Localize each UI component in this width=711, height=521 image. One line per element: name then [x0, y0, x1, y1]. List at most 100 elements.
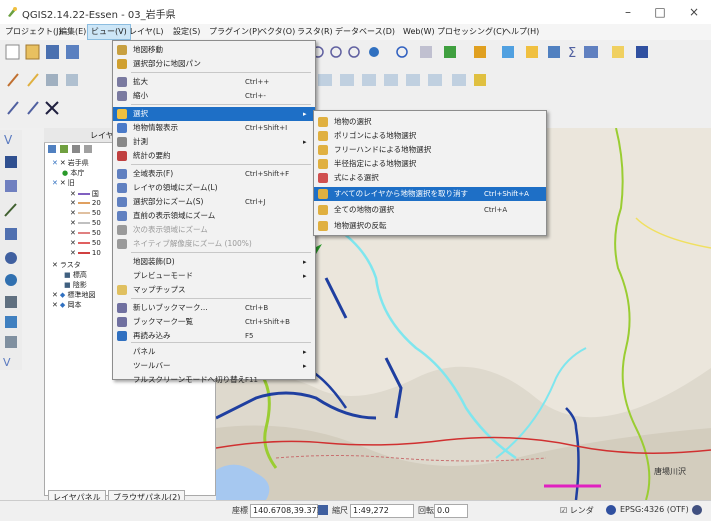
view-menu-item[interactable]: 選択部分に地図パン	[113, 57, 315, 71]
select-tool-icon	[318, 205, 328, 215]
select-tool-icon	[318, 131, 328, 141]
layer-row[interactable]: ✕ 50	[70, 229, 101, 239]
submenu-arrow-icon: ▸	[303, 110, 307, 118]
view-menu-dropdown: 地図移動選択部分に地図パン 拡大 Ctrl++ 縮小 Ctrl+- 選択 ▸ 地物情報表示 Ct…	[112, 40, 316, 384]
layer-row[interactable]: ✕ 20	[70, 199, 101, 209]
select-menu-item[interactable]: 地物の選択	[314, 115, 546, 129]
menu-item-shortcut: Ctrl+Shift+F	[245, 170, 290, 178]
view-menu-item[interactable]: 次の表示領域にズーム	[113, 223, 315, 237]
menu-separator	[131, 252, 311, 253]
view-menu-item[interactable]: 新しいブックマーク... Ctrl+B	[113, 301, 315, 315]
zoom-selection-icon	[117, 197, 127, 207]
menu-item-shortcut: Ctrl+A	[484, 206, 508, 214]
view-menu-item[interactable]: ネイティブ解像度にズーム (100%)	[113, 237, 315, 251]
view-menu-item[interactable]: パネル ▸	[113, 345, 315, 359]
full-extent-icon	[117, 169, 127, 179]
view-menu-item[interactable]: 選択部分にズーム(S) Ctrl+J	[113, 195, 315, 209]
menu-item-label: 縮小	[133, 91, 148, 100]
layer-row[interactable]: ✕ ✕ 岩手県	[52, 158, 89, 168]
select-menu-item[interactable]: 全ての地物の選択 Ctrl+A	[314, 203, 546, 217]
menu-item-label: 選択	[133, 109, 148, 118]
select-menu-item[interactable]: 半径指定による地物選択	[314, 157, 546, 171]
layer-row[interactable]: ✕ 50	[70, 209, 101, 219]
menu-separator	[131, 72, 311, 73]
maximize-button[interactable]: □	[646, 3, 674, 21]
coordinate-field[interactable]: 140.6708,39.3714	[250, 504, 327, 518]
layer-row[interactable]: ✕ ✕ 旧	[52, 178, 75, 188]
menu-settings[interactable]: 設定(S)	[170, 25, 203, 39]
zoom-next-icon	[117, 225, 127, 235]
menu-item-label: プレビューモード	[133, 271, 193, 280]
menu-plugins[interactable]: プラグイン(P)	[206, 25, 263, 39]
menu-view[interactable]: ビュー(V)	[87, 24, 131, 40]
select-menu-item[interactable]: ポリゴンによる地物選択	[314, 129, 546, 143]
menu-item-shortcut: F11	[245, 376, 258, 384]
layer-row[interactable]: ■ 陰影	[64, 280, 87, 290]
menu-item-label: 新しいブックマーク...	[133, 303, 208, 312]
select-menu-item[interactable]: フリーハンドによる地物選択	[314, 143, 546, 157]
scale-label: 縮尺	[332, 506, 348, 515]
layer-row[interactable]: ✕ ◆ 標準地図	[52, 290, 96, 300]
menu-web[interactable]: Web(W)	[400, 25, 438, 39]
zoom-last-icon	[117, 211, 127, 221]
layer-row[interactable]: ✕ ラスタ	[52, 260, 81, 270]
menu-item-label: パネル	[133, 347, 156, 356]
render-checkbox[interactable]: ☑ レンダ	[560, 505, 594, 516]
view-menu-item[interactable]: 計測 ▸	[113, 135, 315, 149]
select-tool-icon	[318, 117, 328, 127]
messages-icon[interactable]	[692, 505, 702, 515]
title-bar: QGIS2.14.22-Essen - 03_岩手県 – □ ×	[0, 0, 711, 25]
menu-processing[interactable]: プロセッシング(C)	[434, 25, 508, 39]
menu-item-label: 計測	[133, 137, 148, 146]
view-menu-item[interactable]: 直前の表示領域にズーム	[113, 209, 315, 223]
view-menu-item[interactable]: 再読み込み F5	[113, 329, 315, 343]
crs-button[interactable]: EPSG:4326 (OTF)	[620, 505, 689, 514]
layer-row[interactable]: ✕ 50	[70, 219, 101, 229]
menu-item-label: 地図移動	[133, 45, 163, 54]
layer-row[interactable]: ✕ ◆ 岡本	[52, 300, 82, 310]
menu-vector[interactable]: ベクタ(O)	[256, 25, 298, 39]
menu-item-label: 地物選択の反転	[334, 221, 387, 230]
view-menu-item[interactable]: 選択 ▸	[113, 107, 315, 121]
zoom-layer-icon	[117, 183, 127, 193]
close-button[interactable]: ×	[680, 3, 708, 21]
select-menu-item[interactable]: すべてのレイヤから地物選択を取り消す Ctrl+Shift+A	[314, 187, 546, 201]
view-menu-item[interactable]: ツールバー ▸	[113, 359, 315, 373]
select-tool-icon	[318, 221, 328, 231]
globe-icon	[606, 505, 616, 515]
pan-icon	[117, 45, 127, 55]
view-menu-item[interactable]: フルスクリーンモードへ切り替え F11	[113, 373, 315, 387]
menu-separator	[131, 104, 311, 105]
menu-edit[interactable]: 編集(E)	[56, 25, 89, 39]
extent-toggle-icon[interactable]	[318, 505, 328, 515]
view-menu-item[interactable]: プレビューモード ▸	[113, 269, 315, 283]
menu-item-label: ブックマーク一覧	[133, 317, 193, 326]
view-menu-item[interactable]: 全域表示(F) Ctrl+Shift+F	[113, 167, 315, 181]
view-menu-item[interactable]: 拡大 Ctrl++	[113, 75, 315, 89]
select-menu-item[interactable]: 地物選択の反転	[314, 219, 546, 233]
scale-field[interactable]: 1:49,272	[350, 504, 414, 518]
view-menu-item[interactable]: 統計の要約	[113, 149, 315, 163]
view-menu-item[interactable]: レイヤの領域にズーム(L)	[113, 181, 315, 195]
menu-raster[interactable]: ラスタ(R)	[294, 25, 336, 39]
layer-row[interactable]: ✕ 国	[70, 189, 99, 199]
layer-row[interactable]: ■ 標高	[64, 270, 87, 280]
view-menu-item[interactable]: 地図移動	[113, 43, 315, 57]
select-tool-icon	[318, 159, 328, 169]
select-menu-item[interactable]: 式による選択	[314, 171, 546, 185]
rotation-field[interactable]: 0.0	[434, 504, 468, 518]
view-menu-item[interactable]: ブックマーク一覧 Ctrl+Shift+B	[113, 315, 315, 329]
view-menu-item[interactable]: マップチップス	[113, 283, 315, 297]
map-place-label: 唐場川沢	[654, 467, 686, 476]
menu-layer[interactable]: レイヤ(L)	[126, 25, 166, 39]
view-menu-item[interactable]: 地物情報表示 Ctrl+Shift+I	[113, 121, 315, 135]
view-menu-item[interactable]: 縮小 Ctrl+-	[113, 89, 315, 103]
minimize-button[interactable]: –	[614, 3, 642, 21]
menu-help[interactable]: ヘルプ(H)	[500, 25, 542, 39]
view-menu-item[interactable]: 地図装飾(D) ▸	[113, 255, 315, 269]
svg-text:Σ: Σ	[568, 46, 576, 61]
layer-row[interactable]: ✕ 50	[70, 239, 101, 249]
layer-row[interactable]: ● 本庁	[62, 168, 84, 178]
menu-database[interactable]: データベース(D)	[332, 25, 398, 39]
layer-row[interactable]: ✕ 10	[70, 249, 101, 259]
